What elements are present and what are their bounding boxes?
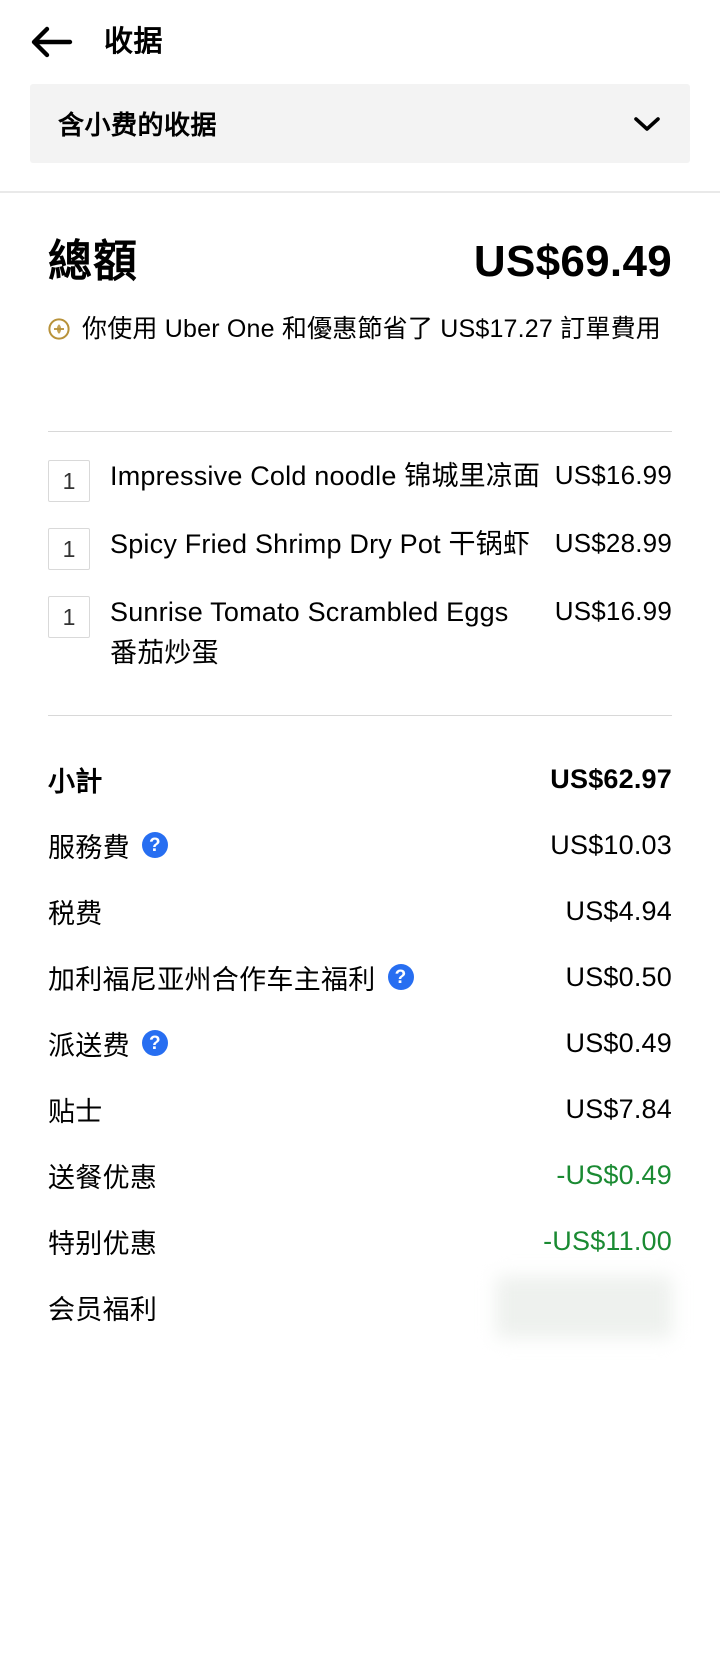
help-question-icon[interactable]: ?: [141, 1030, 168, 1057]
item-price: US$16.99: [554, 596, 672, 627]
charge-row-delivery-promo: 送餐优惠 -US$0.49: [48, 1142, 672, 1208]
item-quantity: 1: [48, 596, 90, 639]
help-question-icon[interactable]: ?: [141, 832, 168, 859]
table-row[interactable]: 1 Spicy Fried Shrimp Dry Pot 干锅虾 US$28.9…: [48, 524, 672, 571]
charge-label: 会员福利: [48, 1294, 158, 1325]
charge-row-tip: 贴士 US$7.84: [48, 1076, 672, 1142]
charge-row-special-promo: 特别优惠 -US$11.00: [48, 1208, 672, 1274]
savings-note: 你使用 Uber One 和優惠節省了 US$17.27 訂單費用: [48, 311, 672, 347]
back-button[interactable]: [26, 16, 78, 68]
charge-label-text: 派送费: [48, 1030, 130, 1061]
charge-label: 加利福尼亚州合作车主福利 ?: [48, 958, 414, 997]
charges-breakdown: 小計 US$62.97 服務費 ? US$10.03 税费 US$4.94 加利…: [48, 716, 672, 1340]
charge-label: 服務費 ?: [48, 826, 168, 865]
charge-value: US$0.49: [565, 1027, 672, 1058]
charge-row-membership-benefit: 会员福利: [48, 1274, 672, 1340]
total-row: 總額 US$69.49: [48, 193, 672, 289]
receipt-body: 總額 US$69.49 你使用 Uber One 和優惠節省了 US$17.27…: [0, 193, 720, 1340]
chevron-down-icon[interactable]: [634, 116, 660, 132]
item-name: Spicy Fried Shrimp Dry Pot 干锅虾: [110, 529, 531, 560]
charge-label: 特别优惠: [48, 1228, 158, 1259]
charge-row-tax: 税费 US$4.94: [48, 878, 672, 944]
charge-label: 贴士: [48, 1096, 103, 1127]
charge-label: 税费: [48, 898, 103, 929]
charge-value: US$10.03: [550, 829, 672, 860]
total-label: 總額: [48, 237, 138, 286]
back-arrow-icon: [30, 26, 74, 58]
receipt-type-label: 含小费的收据: [58, 110, 218, 140]
charge-row-delivery-fee: 派送费 ? US$0.49: [48, 1010, 672, 1076]
charge-row-subtotal: 小計 US$62.97: [48, 746, 672, 812]
charge-label-text: 加利福尼亚州合作车主福利: [48, 964, 376, 995]
item-price: US$16.99: [554, 460, 672, 491]
charge-value: US$7.84: [565, 1093, 672, 1124]
order-items-list: 1 Impressive Cold noodle 锦城里凉面 US$16.99 …: [48, 432, 672, 673]
charge-value: US$62.97: [550, 763, 672, 794]
receipt-selector-wrap: 含小费的收据: [0, 84, 720, 163]
charge-label: 小計: [48, 766, 103, 797]
total-amount: US$69.49: [473, 237, 672, 286]
savings-text: 你使用 Uber One 和優惠節省了 US$17.27 訂單費用: [82, 315, 661, 343]
item-quantity: 1: [48, 528, 90, 571]
receipt-type-dropdown[interactable]: 含小费的收据: [30, 84, 690, 163]
charge-label-text: 服務費: [48, 832, 130, 863]
charge-value-redacted: [496, 1276, 672, 1339]
item-price: US$28.99: [554, 528, 672, 559]
app-header: 收据: [0, 0, 720, 84]
charge-value: US$4.94: [565, 895, 672, 926]
help-question-icon[interactable]: ?: [387, 964, 414, 991]
uber-one-savings-icon: [48, 318, 70, 340]
table-row[interactable]: 1 Impressive Cold noodle 锦城里凉面 US$16.99: [48, 456, 672, 503]
item-name: Sunrise Tomato Scrambled Eggs 番茄炒蛋: [110, 597, 509, 668]
item-quantity: 1: [48, 460, 90, 503]
charge-value: -US$11.00: [543, 1225, 672, 1256]
charge-value: US$0.50: [565, 961, 672, 992]
charge-row-service-fee: 服務費 ? US$10.03: [48, 812, 672, 878]
charge-row-ca-driver-benefits: 加利福尼亚州合作车主福利 ? US$0.50: [48, 944, 672, 1010]
page-title: 收据: [104, 25, 164, 58]
charge-value: -US$0.49: [556, 1159, 672, 1190]
charge-label: 派送费 ?: [48, 1024, 168, 1063]
item-name: Impressive Cold noodle 锦城里凉面: [110, 461, 541, 492]
table-row[interactable]: 1 Sunrise Tomato Scrambled Eggs 番茄炒蛋 US$…: [48, 592, 672, 673]
charge-label: 送餐优惠: [48, 1162, 158, 1193]
